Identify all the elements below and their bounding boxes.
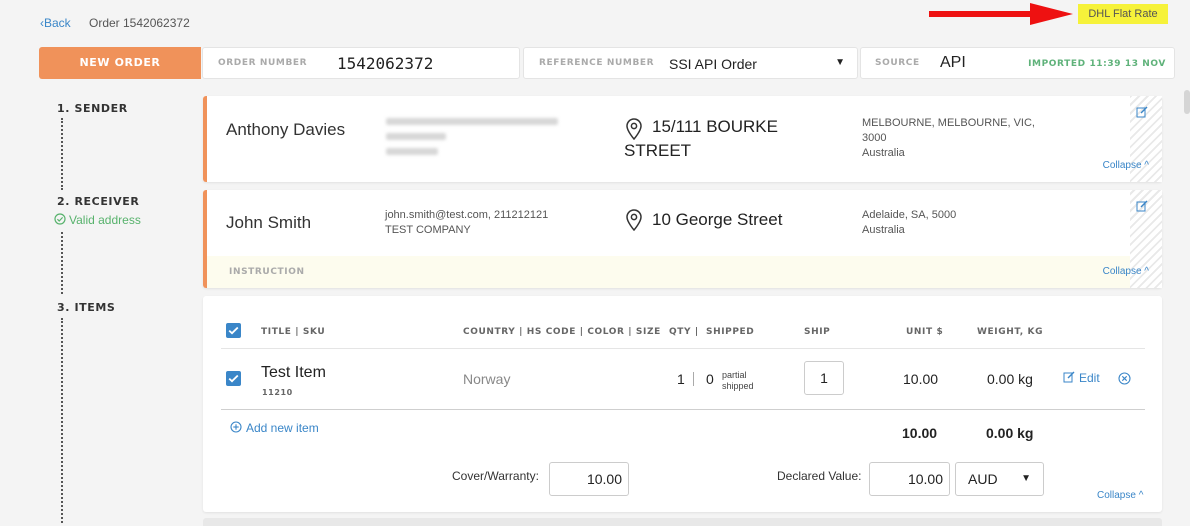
total-weight: 0.00 kg: [986, 425, 1034, 441]
receiver-country: Australia: [862, 224, 905, 236]
currency-select[interactable]: AUD ▼: [955, 462, 1044, 496]
back-link[interactable]: ‹Back: [40, 16, 71, 30]
sender-country: Australia: [862, 147, 905, 159]
order-number-box: ORDER NUMBER 1542062372: [202, 47, 520, 79]
col-country: COUNTRY | HS CODE | COLOR | SIZE: [463, 327, 661, 337]
declared-value-input[interactable]: 10.00: [869, 462, 950, 496]
sender-city: MELBOURNE, MELBOURNE, VIC, 3000 Australi…: [862, 116, 1035, 161]
header-divider: [221, 348, 1145, 349]
dropdown-caret-icon: ▼: [1021, 473, 1031, 484]
col-qty: QTY |: [669, 327, 699, 337]
plus-circle-icon: [230, 421, 242, 433]
col-weight: WEIGHT, KG: [977, 327, 1044, 337]
item-weight: 0.00 kg: [987, 371, 1033, 387]
order-number-label: ORDER NUMBER: [218, 58, 308, 68]
receiver-city-line1: Adelaide, SA, 5000: [862, 209, 957, 221]
col-ship: SHIP: [804, 327, 831, 337]
qty-divider: [693, 372, 694, 386]
reference-number-label: REFERENCE NUMBER: [539, 58, 655, 68]
instruction-field[interactable]: INSTRUCTION: [207, 256, 1130, 288]
receiver-contact: john.smith@test.com, 211212121 TEST COMP…: [385, 208, 548, 238]
step-items: 3. ITEMS: [57, 301, 116, 314]
step-connector: [61, 118, 63, 190]
source-label: SOURCE: [875, 58, 920, 68]
sender-city-line1: MELBOURNE, MELBOURNE, VIC,: [862, 117, 1035, 129]
receiver-street: 10 George Street: [652, 210, 783, 229]
receiver-collapse-link[interactable]: Collapse ^: [1103, 266, 1149, 277]
reference-number-value: SSI API Order: [669, 56, 757, 72]
items-collapse-link[interactable]: Collapse ^: [1097, 490, 1143, 501]
item-title: Test Item: [261, 364, 326, 381]
instruction-label: INSTRUCTION: [229, 267, 305, 277]
add-new-item-label: Add new item: [246, 421, 319, 435]
checkmark-icon: [228, 374, 239, 383]
item-country: Norway: [463, 371, 511, 387]
sender-street: 15/111 BOURKE STREET: [624, 117, 778, 160]
select-all-checkbox[interactable]: [226, 323, 241, 338]
checkmark-icon: [228, 326, 239, 335]
next-card-edge: [203, 518, 1162, 526]
edit-pencil-icon[interactable]: [1136, 200, 1148, 212]
location-pin-icon: [626, 209, 642, 231]
imported-timestamp: IMPORTED 11:39 13 Nov: [1028, 59, 1166, 69]
source-value: API: [940, 54, 966, 71]
declared-value-label: Declared Value:: [777, 469, 862, 483]
dropdown-caret-icon: ▼: [835, 57, 845, 68]
item-shipped-note: partial shipped: [722, 370, 754, 391]
col-title-sku: TITLE | SKU: [261, 327, 326, 337]
item-edit-button[interactable]: Edit: [1063, 371, 1100, 385]
receiver-name: John Smith: [226, 213, 312, 232]
add-new-item-button[interactable]: Add new item: [230, 421, 319, 435]
currency-value: AUD: [968, 471, 998, 487]
step-connector: [61, 232, 63, 294]
step-sender: 1. SENDER: [57, 102, 128, 115]
item-edit-label: Edit: [1079, 371, 1100, 385]
step-connector: [61, 318, 63, 523]
scrollbar-thumb[interactable]: [1184, 90, 1190, 114]
sender-postcode: 3000: [862, 132, 887, 144]
carrier-tag: DHL Flat Rate: [1078, 4, 1168, 24]
new-order-button[interactable]: NEW ORDER: [39, 47, 201, 79]
edit-pencil-icon[interactable]: [1136, 106, 1148, 118]
sender-name: Anthony Davies: [226, 120, 346, 139]
valid-address-badge: Valid address: [54, 213, 141, 227]
source-box: SOURCE API IMPORTED 11:39 13 Nov: [860, 47, 1175, 79]
check-circle-icon: [54, 213, 66, 225]
receiver-city: Adelaide, SA, 5000 Australia: [862, 208, 956, 238]
edit-pencil-icon: [1063, 371, 1075, 383]
item-sku: 11210: [262, 388, 293, 397]
valid-address-text: Valid address: [69, 213, 141, 227]
receiver-company: TEST COMPANY: [385, 224, 471, 236]
item-shipped: 0: [706, 371, 714, 387]
reference-number-select[interactable]: REFERENCE NUMBER SSI API Order ▼: [523, 47, 858, 79]
item-unit-price: 10.00: [903, 371, 939, 387]
order-number-value: 1542062372: [337, 54, 434, 73]
receiver-card: INSTRUCTION John Smith john.smith@test.c…: [203, 190, 1162, 288]
sender-card: Anthony Davies 15/111 BOURKE STREET MELB…: [203, 96, 1162, 182]
total-unit-price: 10.00: [902, 425, 938, 441]
row-divider: [221, 409, 1145, 410]
item-checkbox[interactable]: [226, 371, 241, 386]
col-shipped: SHIPPED: [706, 327, 755, 337]
ship-qty-input[interactable]: 1: [804, 361, 844, 395]
cover-warranty-label: Cover/Warranty:: [452, 469, 539, 483]
order-title: Order 1542062372: [89, 16, 190, 30]
item-qty: 1: [677, 371, 685, 387]
card-accent: [203, 96, 207, 182]
red-arrow-icon: [929, 3, 1073, 25]
remove-item-icon[interactable]: [1118, 372, 1131, 385]
col-unit: UNIT $: [906, 327, 944, 337]
cover-warranty-input[interactable]: 10.00: [549, 462, 629, 496]
receiver-email-phone: john.smith@test.com, 211212121: [385, 209, 549, 221]
step-receiver: 2. RECEIVER: [57, 195, 140, 208]
sender-collapse-link[interactable]: Collapse ^: [1103, 160, 1149, 171]
